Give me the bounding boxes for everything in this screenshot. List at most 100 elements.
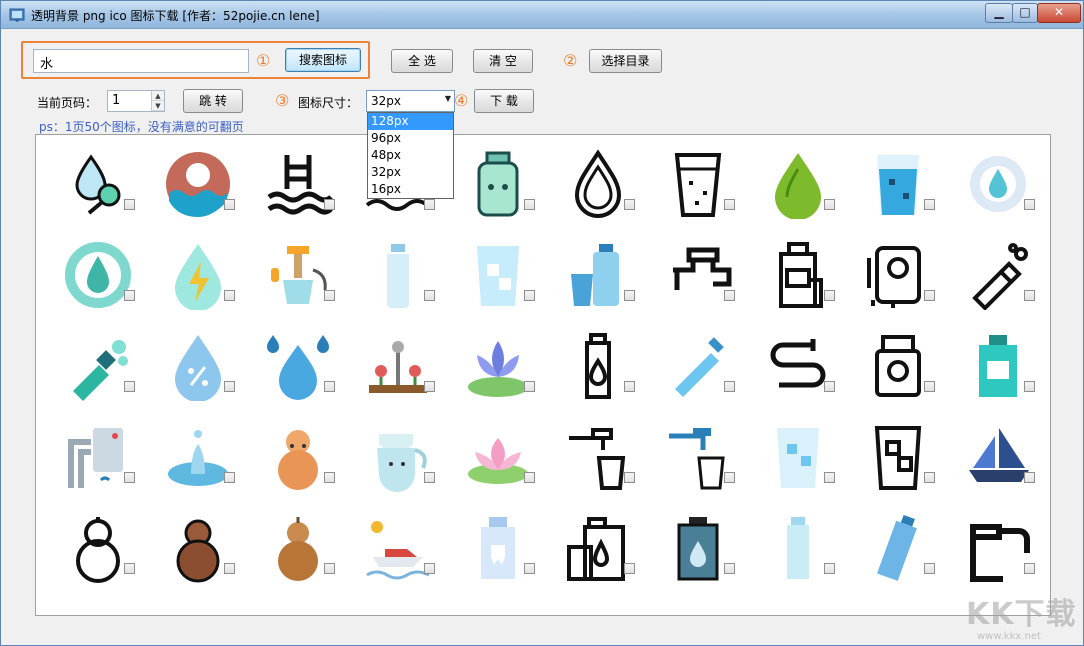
select-checkbox[interactable] xyxy=(624,381,635,392)
gallery-cell[interactable] xyxy=(442,507,542,600)
choose-directory-button[interactable]: 选择目录 xyxy=(589,49,662,73)
select-checkbox[interactable] xyxy=(824,199,835,210)
select-checkbox[interactable] xyxy=(224,381,235,392)
gallery-cell[interactable] xyxy=(242,507,342,600)
select-checkbox[interactable] xyxy=(924,472,935,483)
select-checkbox[interactable] xyxy=(424,199,435,210)
select-checkbox[interactable] xyxy=(224,290,235,301)
select-checkbox[interactable] xyxy=(424,381,435,392)
gallery-cell[interactable] xyxy=(42,143,142,236)
select-checkbox[interactable] xyxy=(424,290,435,301)
size-option[interactable]: 32px xyxy=(368,164,453,181)
gallery-cell[interactable] xyxy=(542,143,642,236)
icon-size-select[interactable]: 32px ▼ xyxy=(366,90,455,112)
gallery-cell[interactable] xyxy=(442,325,542,418)
select-checkbox[interactable] xyxy=(124,381,135,392)
gallery-cell[interactable] xyxy=(42,234,142,327)
gallery-cell[interactable] xyxy=(942,234,1042,327)
select-checkbox[interactable] xyxy=(524,472,535,483)
select-checkbox[interactable] xyxy=(824,381,835,392)
gallery-cell[interactable] xyxy=(142,416,242,509)
gallery-cell[interactable] xyxy=(742,325,842,418)
minimize-button[interactable]: ▁ xyxy=(985,3,1013,23)
select-checkbox[interactable] xyxy=(724,563,735,574)
size-option[interactable]: 16px xyxy=(368,181,453,198)
gallery-cell[interactable] xyxy=(442,234,542,327)
select-checkbox[interactable] xyxy=(224,472,235,483)
gallery-cell[interactable] xyxy=(842,234,942,327)
select-checkbox[interactable] xyxy=(224,199,235,210)
gallery-cell[interactable] xyxy=(942,416,1042,509)
gallery-cell[interactable] xyxy=(742,507,842,600)
gallery-cell[interactable] xyxy=(742,416,842,509)
select-checkbox[interactable] xyxy=(724,290,735,301)
select-checkbox[interactable] xyxy=(724,472,735,483)
select-checkbox[interactable] xyxy=(624,290,635,301)
gallery-cell[interactable] xyxy=(642,325,742,418)
select-checkbox[interactable] xyxy=(1024,199,1035,210)
gallery-cell[interactable] xyxy=(542,507,642,600)
size-option[interactable]: 96px xyxy=(368,130,453,147)
gallery-cell[interactable] xyxy=(42,507,142,600)
select-checkbox[interactable] xyxy=(1024,290,1035,301)
select-checkbox[interactable] xyxy=(524,381,535,392)
select-checkbox[interactable] xyxy=(524,563,535,574)
select-checkbox[interactable] xyxy=(824,563,835,574)
gallery-cell[interactable] xyxy=(942,143,1042,236)
select-checkbox[interactable] xyxy=(324,381,335,392)
select-checkbox[interactable] xyxy=(324,472,335,483)
select-checkbox[interactable] xyxy=(424,563,435,574)
gallery-cell[interactable] xyxy=(442,143,542,236)
select-checkbox[interactable] xyxy=(924,290,935,301)
gallery-cell[interactable] xyxy=(342,507,442,600)
select-checkbox[interactable] xyxy=(1024,381,1035,392)
select-checkbox[interactable] xyxy=(1024,472,1035,483)
select-checkbox[interactable] xyxy=(324,199,335,210)
gallery-cell[interactable] xyxy=(142,234,242,327)
jump-button[interactable]: 跳 转 xyxy=(183,89,243,113)
select-checkbox[interactable] xyxy=(124,472,135,483)
clear-button[interactable]: 清 空 xyxy=(473,49,533,73)
gallery-cell[interactable] xyxy=(542,325,642,418)
select-checkbox[interactable] xyxy=(324,290,335,301)
select-checkbox[interactable] xyxy=(624,472,635,483)
select-checkbox[interactable] xyxy=(124,199,135,210)
gallery-cell[interactable] xyxy=(42,416,142,509)
spin-down-icon[interactable]: ▼ xyxy=(152,101,164,111)
select-checkbox[interactable] xyxy=(324,563,335,574)
size-option[interactable]: 48px xyxy=(368,147,453,164)
gallery-cell[interactable] xyxy=(942,507,1042,600)
gallery-cell[interactable] xyxy=(642,234,742,327)
gallery-cell[interactable] xyxy=(642,416,742,509)
select-checkbox[interactable] xyxy=(924,199,935,210)
gallery-cell[interactable] xyxy=(942,325,1042,418)
download-button[interactable]: 下 载 xyxy=(474,89,534,113)
maximize-button[interactable]: □ xyxy=(1012,3,1038,23)
gallery-cell[interactable] xyxy=(542,416,642,509)
spin-up-icon[interactable]: ▲ xyxy=(152,91,164,101)
gallery-cell[interactable] xyxy=(542,234,642,327)
gallery-cell[interactable] xyxy=(842,507,942,600)
title-bar[interactable]: 透明背景 png ico 图标下载 [作者：52pojie.cn lene] ▁… xyxy=(1,1,1083,29)
gallery-cell[interactable] xyxy=(242,325,342,418)
gallery-cell[interactable] xyxy=(642,143,742,236)
select-checkbox[interactable] xyxy=(624,563,635,574)
select-all-button[interactable]: 全 选 xyxy=(391,49,453,73)
gallery-cell[interactable] xyxy=(842,325,942,418)
select-checkbox[interactable] xyxy=(524,290,535,301)
gallery-cell[interactable] xyxy=(342,234,442,327)
gallery-cell[interactable] xyxy=(842,143,942,236)
select-checkbox[interactable] xyxy=(124,290,135,301)
gallery-cell[interactable] xyxy=(242,234,342,327)
gallery-cell[interactable] xyxy=(142,325,242,418)
gallery-cell[interactable] xyxy=(742,234,842,327)
select-checkbox[interactable] xyxy=(424,472,435,483)
gallery-cell[interactable] xyxy=(742,143,842,236)
select-checkbox[interactable] xyxy=(824,472,835,483)
select-checkbox[interactable] xyxy=(1024,563,1035,574)
close-button[interactable]: ✕ xyxy=(1037,3,1081,23)
gallery-cell[interactable] xyxy=(642,507,742,600)
gallery-cell[interactable] xyxy=(142,143,242,236)
gallery-cell[interactable] xyxy=(142,507,242,600)
gallery-cell[interactable] xyxy=(42,325,142,418)
